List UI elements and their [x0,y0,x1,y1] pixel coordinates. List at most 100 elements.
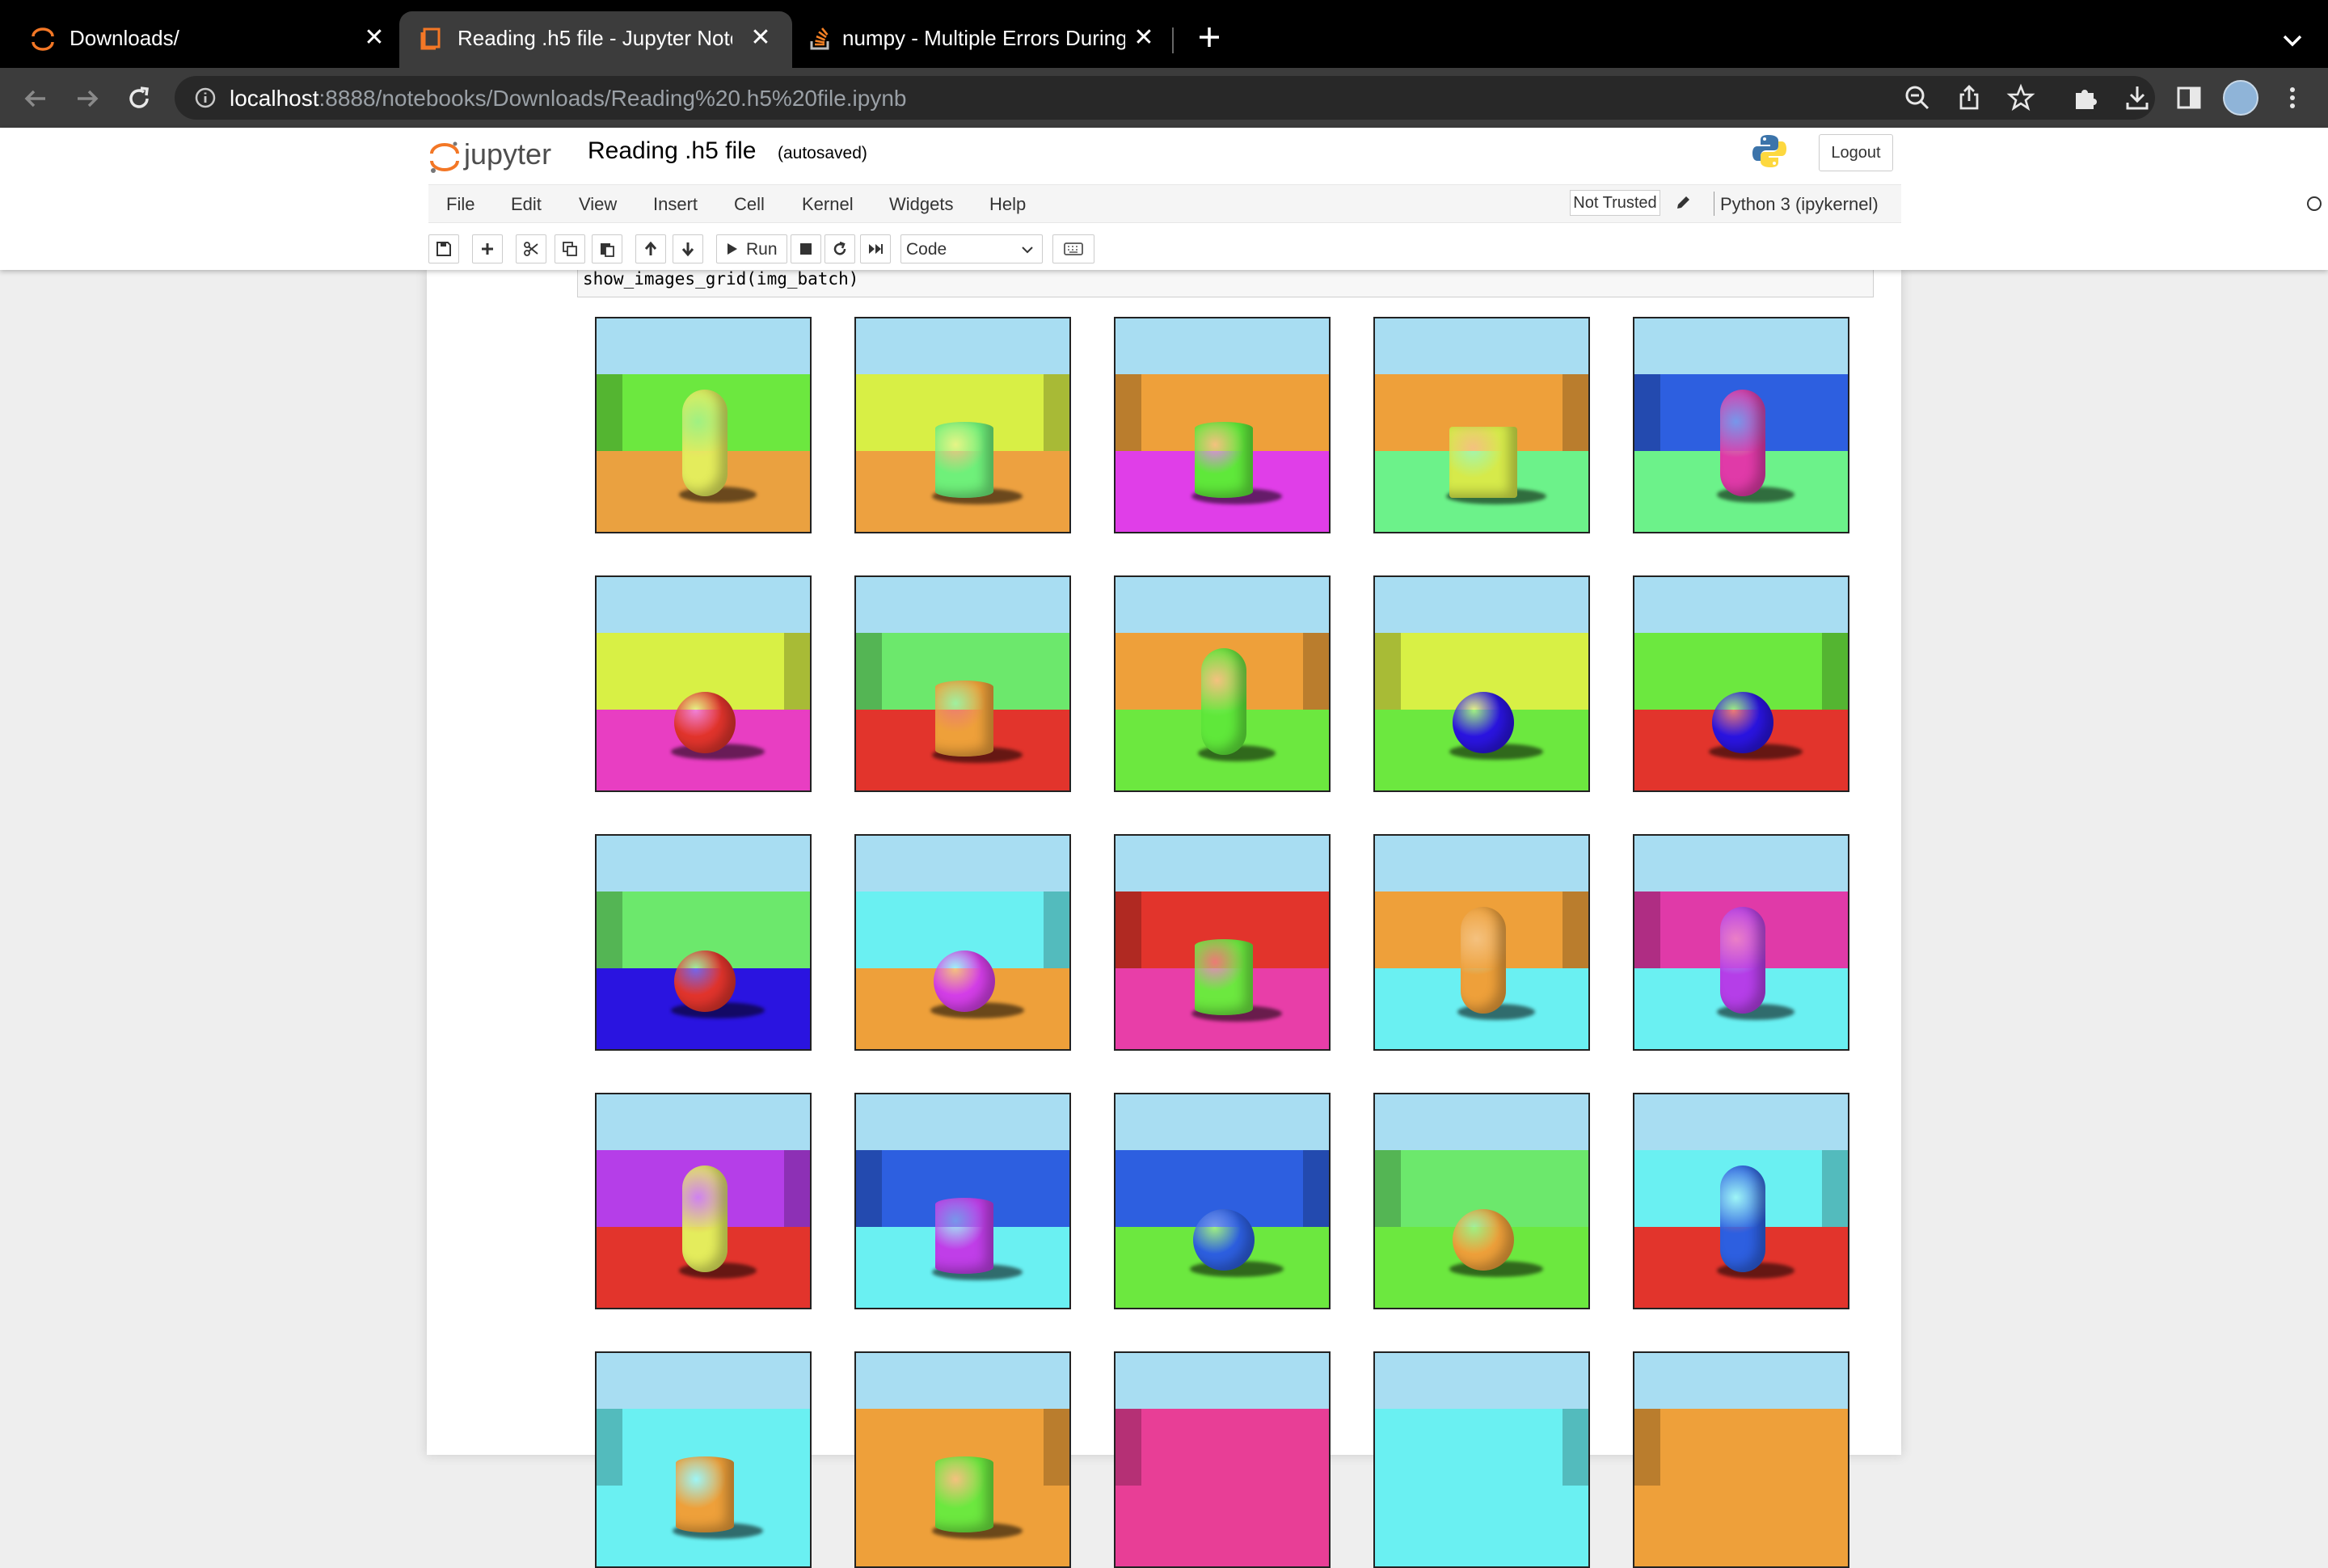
forward-icon[interactable] [71,82,103,115]
trust-status-button[interactable]: Not Trusted [1570,190,1660,216]
copy-icon [563,242,577,256]
autosave-status: (autosaved) [778,144,867,162]
new-tab-icon[interactable] [1193,21,1225,53]
insert-cell-button[interactable] [472,234,503,263]
close-tab-icon[interactable]: ✕ [361,24,388,52]
scene-sky [597,318,810,374]
move-up-button[interactable] [635,234,666,263]
scene-side-wall [1822,632,1848,710]
paste-button[interactable] [592,234,622,263]
image-thumbnail [1114,834,1331,1051]
zoom-icon[interactable] [1903,83,1932,112]
reload-icon[interactable] [123,82,155,115]
scene-side-wall [1634,1408,1660,1486]
image-thumbnail [1633,317,1849,533]
command-palette-button[interactable] [1052,234,1094,263]
move-down-button[interactable] [673,234,703,263]
sphere-object [934,950,995,1012]
scene-side-wall [1116,891,1141,968]
scene-sky [856,1353,1069,1409]
scene-sky [1116,577,1329,633]
jupyter-logo[interactable]: jupyter [428,136,574,175]
tab-reading-h5[interactable]: Reading .h5 file - Jupyter Note ✕ [399,11,792,68]
avatar[interactable] [2223,80,2258,116]
menu-file[interactable]: File [446,194,474,215]
sphere-object [1193,1209,1255,1271]
close-tab-icon[interactable]: ✕ [1130,24,1158,52]
menu-widgets[interactable]: Widgets [889,194,953,215]
notebook-icon [420,27,441,50]
stop-icon [800,243,812,255]
cut-button[interactable] [516,234,546,263]
scene-side-wall [1303,1149,1329,1227]
scene-sky [1634,836,1848,891]
scene-side-wall [597,373,622,451]
capsule-object [1720,907,1765,1014]
image-thumbnail [1633,834,1849,1051]
side-panel-icon[interactable] [2174,83,2204,112]
bookmark-star-icon[interactable] [2006,83,2035,112]
tab-separator [1172,27,1174,53]
save-button[interactable] [428,234,459,263]
scene-floor [1116,1485,1329,1566]
url-path: :8888/notebooks/Downloads/Reading%20.h5%… [318,86,907,111]
cell-type-select[interactable]: Code [900,234,1043,263]
image-thumbnail [1114,1093,1331,1309]
menu-view[interactable]: View [579,194,617,215]
scene-side-wall [1303,632,1329,710]
menu-cell[interactable]: Cell [734,194,765,215]
url-text[interactable]: localhost:8888/notebooks/Downloads/Readi… [230,86,906,112]
share-icon[interactable] [1955,83,1984,112]
menu-insert[interactable]: Insert [653,194,698,215]
menu-edit[interactable]: Edit [511,194,542,215]
back-icon[interactable] [19,82,52,115]
menu-kernel[interactable]: Kernel [802,194,854,215]
restart-run-all-button[interactable] [860,234,891,263]
sphere-object [1453,1209,1514,1271]
keyboard-icon [1064,242,1083,255]
image-thumbnail [595,1351,812,1568]
scene-sky [1375,1353,1588,1409]
kernel-status-icon [2307,196,2322,211]
scene-sky [1634,577,1848,633]
paste-icon [601,243,614,257]
menu-help[interactable]: Help [989,194,1026,215]
tab-downloads[interactable]: Downloads/ ✕ [0,11,399,68]
extensions-icon[interactable] [2071,83,2100,112]
pencil-icon[interactable] [1675,195,1691,211]
jupyter-header: jupyter Reading .h5 file (autosaved) Log… [0,128,2328,270]
chevron-down-icon[interactable] [2280,27,2305,53]
interrupt-button[interactable] [791,234,821,263]
run-button[interactable]: Run [716,234,787,263]
restart-button[interactable] [824,234,855,263]
info-icon[interactable] [194,86,217,109]
notebook-title[interactable]: Reading .h5 file [588,137,756,165]
scene-sky [1116,1353,1329,1409]
tab-numpy-errors[interactable]: numpy - Multiple Errors During ✕ [792,11,1172,68]
logout-button[interactable]: Logout [1819,134,1893,171]
image-thumbnail [1633,1093,1849,1309]
address-bar[interactable]: localhost:8888/notebooks/Downloads/Readi… [175,76,2155,120]
scene-sky [856,318,1069,374]
url-host: localhost [230,86,319,111]
close-tab-icon[interactable]: ✕ [747,24,774,52]
more-menu-icon[interactable] [2278,83,2307,112]
copy-button[interactable] [555,234,585,263]
scene-sky [1375,836,1588,891]
sphere-object [1712,692,1773,753]
image-thumbnail [595,317,812,533]
capsule-object [1461,907,1506,1014]
scene-sky [597,1353,810,1409]
scene-side-wall [597,891,622,968]
download-icon[interactable] [2123,83,2152,112]
image-thumbnail [1373,1351,1590,1568]
scene-sky [856,836,1069,891]
plus-icon [482,243,493,255]
cube-object [1449,427,1517,498]
code-text[interactable]: show_images_grid(img_batch) [583,269,858,289]
kernel-name[interactable]: Python 3 (ipykernel) [1720,194,1879,215]
jupyter-wordmark: jupyter [464,137,552,171]
browser-toolbar: localhost:8888/notebooks/Downloads/Readi… [0,68,2328,128]
capsule-object [682,390,728,496]
capsule-object [682,1165,728,1272]
